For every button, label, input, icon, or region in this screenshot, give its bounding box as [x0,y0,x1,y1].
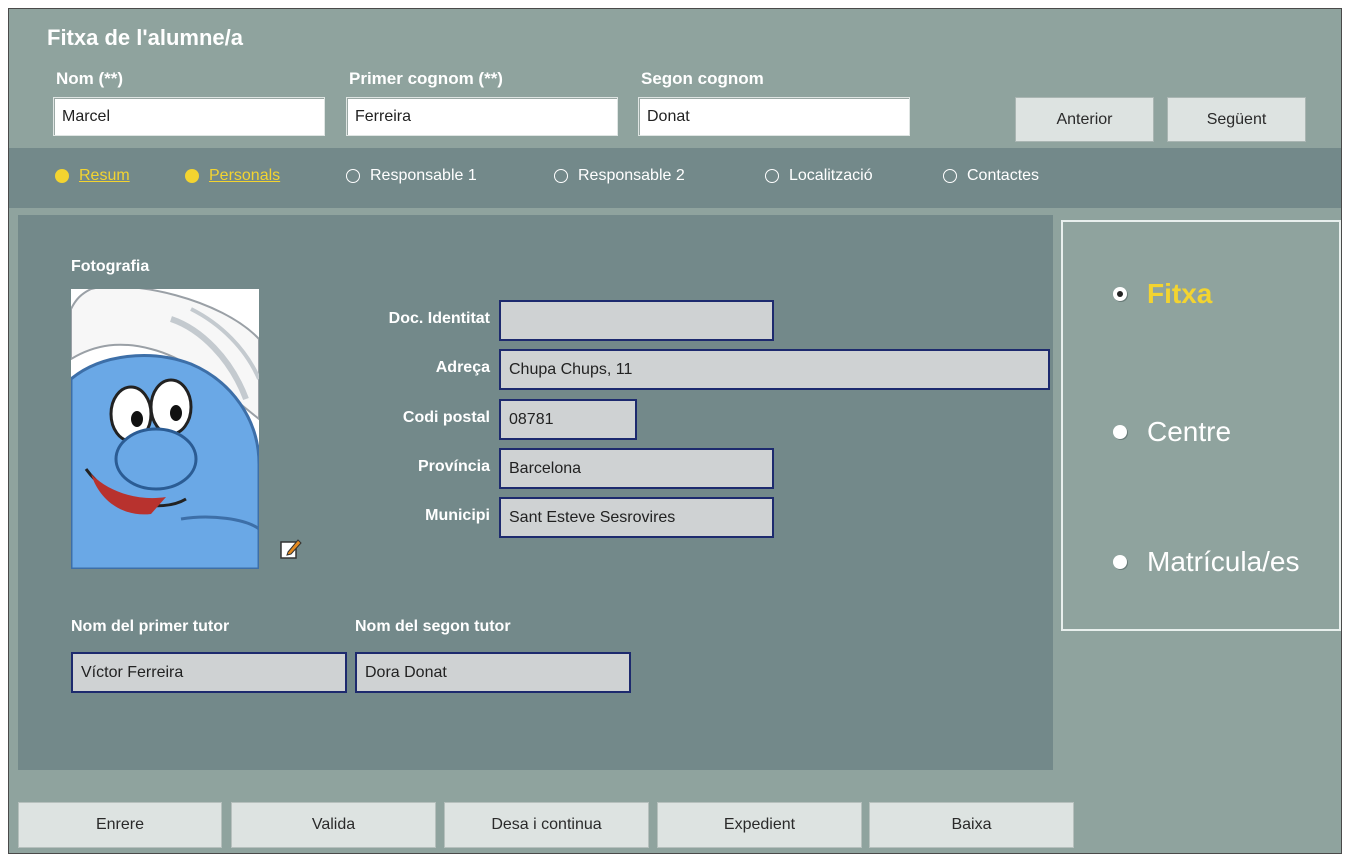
tutor1-field[interactable]: Víctor Ferreira [71,652,347,693]
municipi-label: Municipi [425,507,490,524]
doc-identitat-label: Doc. Identitat [388,310,490,327]
radio-icon [1113,555,1127,569]
segon-cognom-label: Segon cognom [641,69,764,88]
tab-radio-icon [554,169,568,183]
tab-personals[interactable]: Personals [185,167,280,185]
smurf-avatar-icon [71,289,259,569]
adreca-label: Adreça [435,359,490,376]
tab-radio-icon [55,169,69,183]
tab-label: Responsable 2 [578,167,685,184]
edit-photo-icon[interactable] [280,537,302,559]
tab-radio-icon [346,169,360,183]
codi-postal-label: Codi postal [402,409,490,426]
view-selector-panel: Fitxa Centre Matrícula/es [1061,220,1341,631]
codi-postal-field[interactable]: 08781 [499,399,637,440]
radio-selected-icon [1113,287,1127,301]
primer-cognom-input[interactable]: Ferreira [346,97,618,136]
radio-icon [1113,425,1127,439]
option-label: Centre [1147,416,1232,447]
municipi-field[interactable]: Sant Esteve Sesrovires [499,497,774,538]
expedient-button[interactable]: Expedient [657,802,862,848]
tab-label: Localització [789,167,873,184]
tab-contactes[interactable]: Contactes [943,167,1039,185]
tab-radio-icon [943,169,957,183]
tab-label: Contactes [967,167,1040,184]
tutor2-field[interactable]: Dora Donat [355,652,631,693]
tab-radio-icon [185,169,199,183]
tab-resum[interactable]: Resum [55,167,130,185]
tutor2-label: Nom del segon tutor [355,618,511,635]
option-label: Fitxa [1147,278,1213,309]
baixa-button[interactable]: Baixa [869,802,1074,848]
nom-label: Nom (**) [56,69,124,88]
primer-cognom-label: Primer cognom (**) [349,69,503,88]
segon-cognom-input[interactable]: Donat [638,97,910,136]
personal-data-panel: Fotografia Doc. Identitat Adreça Chupa C… [18,215,1053,770]
tab-label: Responsable 1 [370,167,477,184]
tab-localitzacio[interactable]: Localització [765,167,873,185]
option-centre[interactable]: Centre [1113,416,1231,448]
doc-identitat-field[interactable] [499,300,774,341]
tab-label: Personals [209,167,281,184]
section-tabs: Resum Personals Responsable 1 Responsabl… [9,148,1341,208]
anterior-button[interactable]: Anterior [1015,97,1154,142]
option-matricula[interactable]: Matrícula/es [1113,546,1300,578]
option-fitxa[interactable]: Fitxa [1113,278,1212,310]
enrere-button[interactable]: Enrere [18,802,222,848]
seguent-button[interactable]: Següent [1167,97,1306,142]
valida-button[interactable]: Valida [231,802,436,848]
tab-responsable-1[interactable]: Responsable 1 [346,167,477,185]
student-photo [71,289,259,569]
option-label: Matrícula/es [1147,546,1300,577]
tab-radio-icon [765,169,779,183]
provincia-field[interactable]: Barcelona [499,448,774,489]
page-title: Fitxa de l'alumne/a [47,25,243,50]
tab-label: Resum [79,167,130,184]
provincia-label: Província [417,458,490,475]
photo-label: Fotografia [71,258,150,275]
tab-responsable-2[interactable]: Responsable 2 [554,167,685,185]
desa-i-continua-button[interactable]: Desa i continua [444,802,649,848]
tutor1-label: Nom del primer tutor [71,618,230,635]
nom-input[interactable]: Marcel [53,97,325,136]
student-record-window: Fitxa de l'alumne/a Nom (**) Marcel Prim… [8,8,1342,854]
adreca-field[interactable]: Chupa Chups, 11 [499,349,1050,390]
